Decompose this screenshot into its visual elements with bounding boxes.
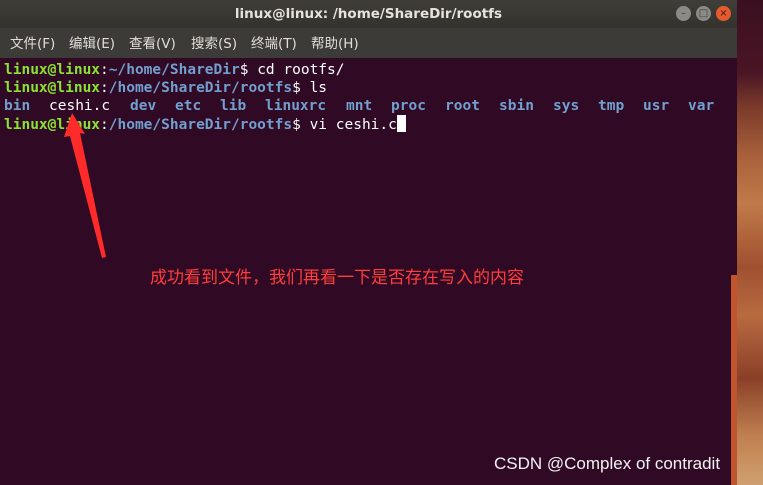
annotation-text: 成功看到文件，我们再看一下是否存在写入的内容 <box>150 268 524 288</box>
annotation-arrow <box>64 113 106 258</box>
watermark: CSDN @Complex of contradit <box>494 454 721 473</box>
